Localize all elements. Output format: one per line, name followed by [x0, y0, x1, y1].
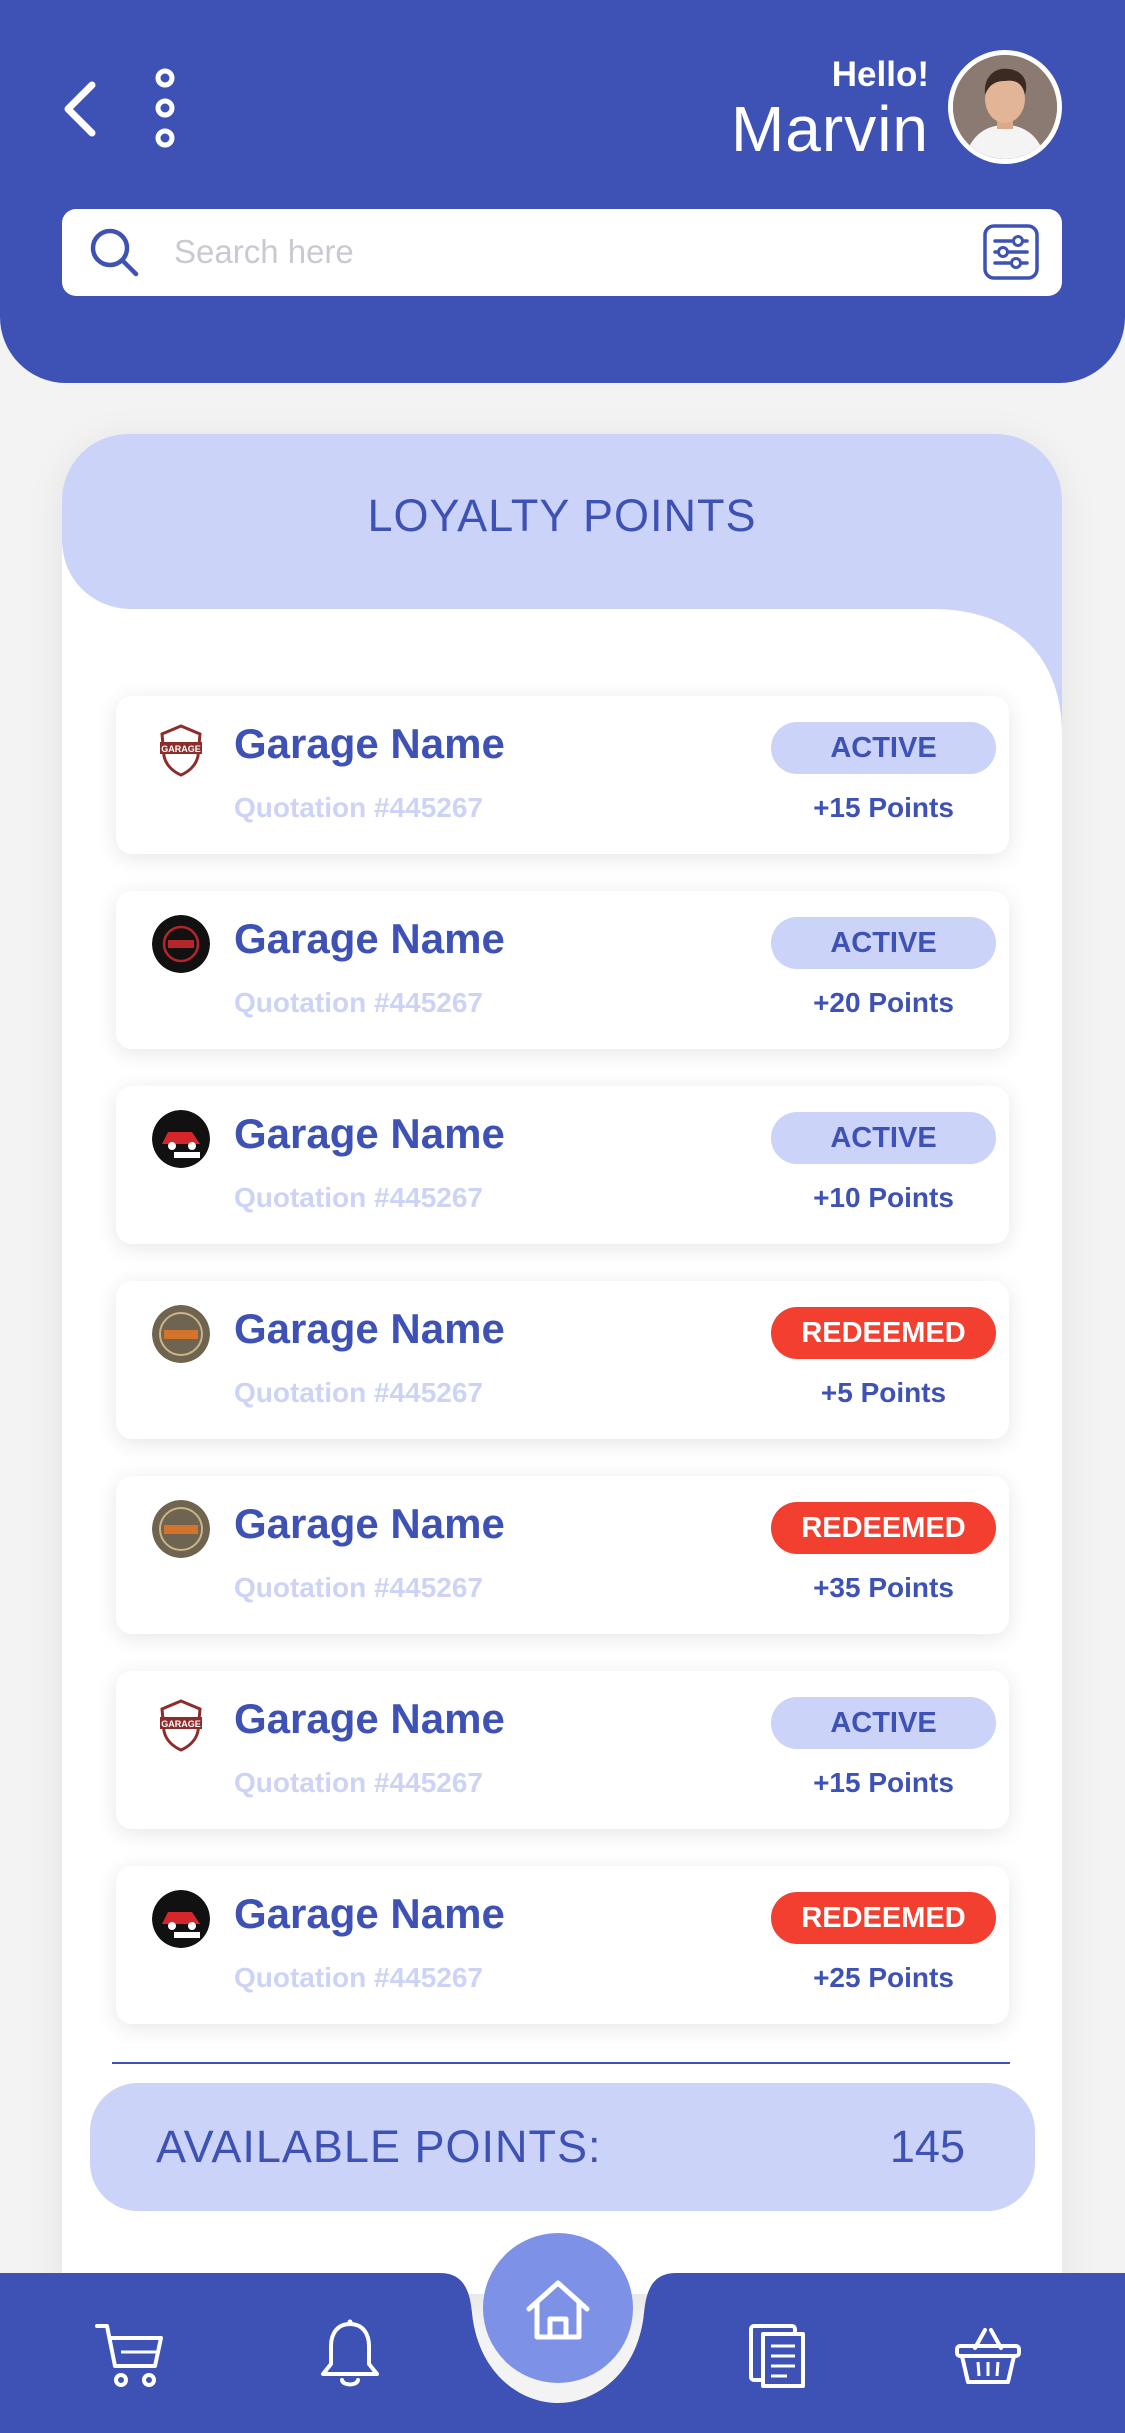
nav-basket[interactable] — [951, 2318, 1025, 2392]
available-points-value: 145 — [889, 2121, 965, 2172]
svg-text:GARAGE: GARAGE — [161, 1719, 201, 1729]
loyalty-card[interactable]: Garage Name Quotation #445267 ACTIVE +10 Po… — [116, 1086, 1009, 1244]
search-bar — [62, 209, 1062, 296]
garage-name: Garage Name — [234, 1890, 505, 1937]
garage-name: Garage Name — [234, 1500, 505, 1547]
nav-cart[interactable] — [93, 2318, 167, 2392]
points-value: +20 Points — [813, 987, 954, 1018]
documents-icon — [749, 2324, 805, 2388]
basket-icon — [955, 2328, 1021, 2384]
search-input[interactable] — [174, 221, 914, 283]
filter-icon[interactable] — [982, 223, 1040, 281]
car-service-logo — [152, 1890, 210, 1948]
cart-icon — [95, 2324, 163, 2387]
more-vertical-icon — [155, 68, 175, 148]
status-badge: REDEEMED — [771, 1502, 996, 1554]
quotation-number: Quotation #445267 — [234, 792, 483, 823]
nav-documents[interactable] — [741, 2318, 815, 2392]
more-options-button[interactable] — [150, 68, 180, 148]
points-value: +35 Points — [813, 1572, 954, 1603]
garage-name: Garage Name — [234, 915, 505, 962]
greeting: Hello! — [831, 55, 929, 94]
bell-icon — [321, 2319, 379, 2387]
quotation-number: Quotation #445267 — [234, 1377, 483, 1408]
quotation-number: Quotation #445267 — [234, 1182, 483, 1213]
available-points-bar: AVAILABLE POINTS: 145 — [90, 2083, 1035, 2211]
car-service-logo — [152, 1110, 210, 1168]
garage-name: Garage Name — [234, 1695, 505, 1742]
garage-name: Garage Name — [234, 1305, 505, 1352]
chevron-left-icon — [64, 81, 96, 137]
status-badge: ACTIVE — [771, 917, 996, 969]
nav-notifications[interactable] — [313, 2318, 387, 2392]
loyalty-card[interactable]: GARAGE Garage Name Quotation #445267 ACTIVE… — [116, 696, 1009, 854]
loyalty-card[interactable]: GARAGE Garage Name Quotation #445267 ACTIVE… — [116, 1671, 1009, 1829]
points-value: +5 Points — [820, 1377, 947, 1408]
header: Hello! Marvin — [0, 0, 1125, 383]
garage-name: Garage Name — [234, 720, 505, 767]
search-icon[interactable] — [88, 226, 142, 280]
status-badge: REDEEMED — [771, 1307, 996, 1359]
quotation-number: Quotation #445267 — [234, 1962, 483, 1993]
home-button[interactable] — [483, 2233, 633, 2383]
garage-shield-logo: GARAGE — [152, 720, 210, 778]
panel-header-decoration — [62, 434, 1062, 734]
status-badge: REDEEMED — [771, 1892, 996, 1944]
svg-text:GARAGE: GARAGE — [161, 744, 201, 754]
garage-service-badge-logo — [152, 1305, 210, 1363]
back-button[interactable] — [50, 74, 110, 144]
garage-service-badge-logo — [152, 1500, 210, 1558]
points-value: +15 Points — [813, 792, 954, 823]
points-value: +15 Points — [813, 1767, 954, 1798]
loyalty-card[interactable]: Garage Name Quotation #445267 REDEEMED +5 P… — [116, 1281, 1009, 1439]
divider — [112, 2062, 1010, 2064]
quotation-number: Quotation #445267 — [234, 987, 483, 1018]
avatar-image — [953, 55, 1057, 159]
status-badge: ACTIVE — [771, 1112, 996, 1164]
garage-shield-logo: GARAGE — [152, 1695, 210, 1753]
avatar[interactable] — [948, 50, 1062, 164]
available-points-label: AVAILABLE POINTS: — [156, 2121, 602, 2172]
loyalty-card[interactable]: Garage Name Quotation #445267 ACTIVE +20 Po… — [116, 891, 1009, 1049]
user-name: Marvin — [730, 93, 929, 165]
quotation-number: Quotation #445267 — [234, 1767, 483, 1798]
loyalty-card[interactable]: Garage Name Quotation #445267 REDEEMED +25 … — [116, 1866, 1009, 2024]
home-icon — [526, 2280, 590, 2340]
status-badge: ACTIVE — [771, 1697, 996, 1749]
points-value: +10 Points — [813, 1182, 954, 1213]
loyalty-card[interactable]: Garage Name Quotation #445267 REDEEMED +35 … — [116, 1476, 1009, 1634]
quotation-number: Quotation #445267 — [234, 1572, 483, 1603]
panel-title: LOYALTY POINTS — [367, 490, 757, 541]
garage-name: Garage Name — [234, 1110, 505, 1157]
points-value: +25 Points — [813, 1962, 954, 1993]
garage-dark-logo — [152, 915, 210, 973]
status-badge: ACTIVE — [771, 722, 996, 774]
